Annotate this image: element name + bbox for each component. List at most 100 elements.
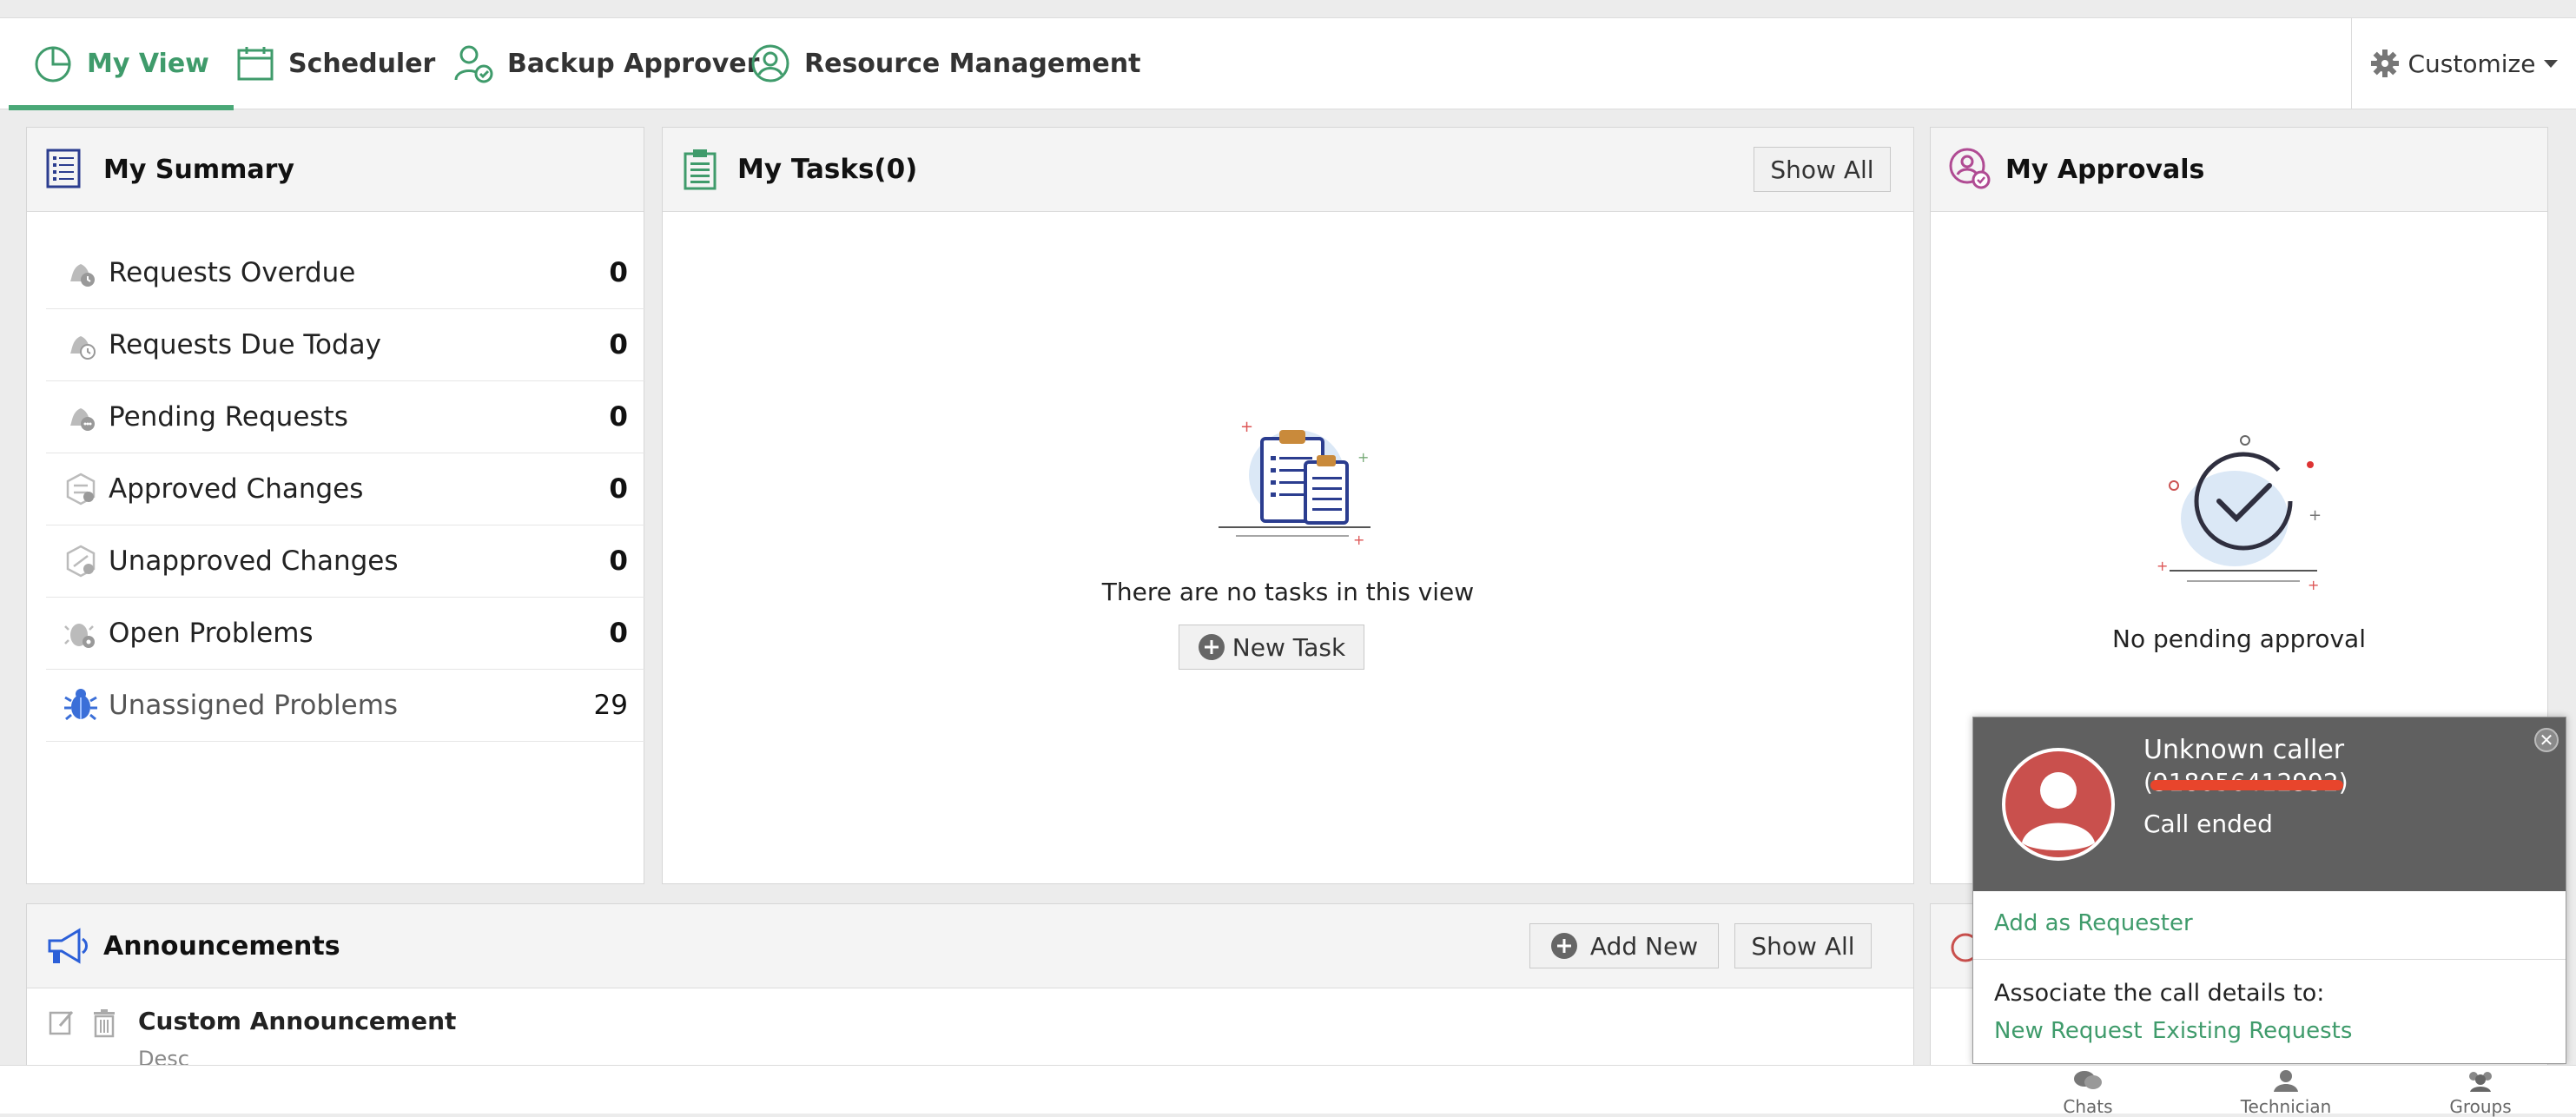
summary-row-pending-requests[interactable]: Pending Requests 0 [46, 381, 645, 453]
call-notification-popup: Unknown caller (918056412992) Call ended… [1972, 717, 2566, 1064]
user-check-icon [454, 45, 493, 83]
summary-row-approved-changes[interactable]: Approved Changes 0 [46, 453, 645, 525]
customize-button[interactable]: Customize [2351, 18, 2576, 109]
clock-bell-icon [62, 326, 100, 364]
plus-circle-icon [1550, 933, 1577, 959]
panel-title: My Tasks(0) [737, 154, 918, 185]
call-status: Call ended [2143, 810, 2273, 838]
pie-chart-icon [35, 46, 71, 83]
panel-title: Announcements [103, 930, 340, 962]
empty-tasks-illustration: + + + [1219, 418, 1371, 548]
panel-header: My Tasks(0) Show All [663, 128, 1913, 212]
panel-header: My Approvals [1931, 128, 2547, 212]
announcement-title[interactable]: Custom Announcement [138, 1007, 456, 1035]
svg-text:+: + [2157, 558, 2168, 574]
approvals-empty-message: No pending approval [2112, 625, 2366, 653]
empty-approvals-illustration: + + + [2157, 435, 2322, 593]
trash-icon[interactable] [91, 1008, 117, 1038]
bug-gear-icon [62, 614, 100, 652]
megaphone-icon [48, 928, 88, 964]
summary-label: Approved Changes [109, 473, 364, 505]
tab-label: My View [87, 48, 209, 79]
summary-count: 0 [609, 618, 628, 649]
summary-count: 0 [609, 257, 628, 288]
list-icon [46, 149, 81, 188]
new-task-label: New Task [1232, 632, 1346, 662]
clipboard-icon [684, 149, 717, 190]
top-tab-bar: My View Scheduler Backup Approver Resour… [0, 17, 2576, 110]
tab-my-view[interactable]: My View [9, 18, 234, 110]
svg-text:+: + [1357, 449, 1369, 466]
panel-title: My Summary [103, 154, 294, 185]
chevron-down-icon [2544, 59, 2559, 68]
summary-row-open-problems[interactable]: Open Problems 0 [46, 598, 645, 670]
summary-label: Open Problems [109, 618, 314, 649]
add-new-label: Add New [1589, 931, 1699, 961]
tasks-empty-message: There are no tasks in this view [1101, 578, 1475, 606]
close-icon[interactable]: ✕ [2534, 728, 2559, 752]
technician-button[interactable]: Technician [2234, 1069, 2338, 1117]
chats-button[interactable]: Chats [2036, 1069, 2140, 1117]
tab-resource-management[interactable]: Resource Management [750, 18, 1140, 109]
gear-icon [2370, 50, 2399, 77]
customize-label: Customize [2408, 49, 2536, 78]
user-circle-icon [751, 44, 789, 83]
summary-count: 29 [593, 690, 628, 721]
summary-row-requests-due-today[interactable]: Requests Due Today 0 [46, 309, 645, 381]
summary-label: Unassigned Problems [109, 690, 399, 721]
panel-title: My Approvals [2005, 154, 2205, 185]
tab-scheduler[interactable]: Scheduler [236, 18, 435, 109]
my-tasks-panel: My Tasks(0) Show All + + + There are no … [662, 127, 1914, 884]
summary-label: Requests Overdue [109, 257, 356, 288]
summary-label: Pending Requests [109, 401, 348, 433]
tab-label: Resource Management [804, 48, 1141, 79]
panel-header: Announcements Add New Show All [27, 904, 1913, 988]
summary-row-requests-overdue[interactable]: Requests Overdue 0 [46, 237, 645, 309]
alarm-bell-icon [62, 254, 100, 292]
caller-number-redacted: (918056412992) [2143, 768, 2348, 796]
unapproved-change-icon [62, 542, 100, 580]
add-as-requester-link[interactable]: Add as Requester [1994, 910, 2193, 936]
summary-row-unassigned-problems[interactable]: Unassigned Problems 29 [46, 670, 645, 742]
tab-backup-approver[interactable]: Backup Approver [453, 18, 759, 109]
add-new-announcement-button[interactable]: Add New [1529, 923, 1719, 968]
tab-label: Backup Approver [507, 48, 760, 79]
caller-avatar [2002, 748, 2115, 861]
svg-text:+: + [1240, 418, 1253, 436]
svg-text:+: + [2308, 577, 2319, 593]
summary-row-unapproved-changes[interactable]: Unapproved Changes 0 [46, 525, 645, 598]
groups-button[interactable]: Groups [2428, 1069, 2533, 1117]
new-task-button[interactable]: New Task [1179, 625, 1364, 670]
announcements-panel: Announcements Add New Show All Custom An… [26, 903, 1914, 1079]
summary-count: 0 [609, 329, 628, 360]
bottom-bar: Chats Technician Groups [0, 1065, 2576, 1117]
panel-header: My Summary [27, 128, 644, 212]
my-summary-panel: My Summary Requests Overdue 0 Requests D… [26, 127, 645, 884]
summary-count: 0 [609, 401, 628, 433]
technician-label: Technician [2240, 1096, 2332, 1117]
redaction-mark [2150, 780, 2343, 790]
summary-count: 0 [609, 545, 628, 577]
tab-label: Scheduler [288, 48, 436, 79]
chats-label: Chats [2063, 1096, 2113, 1117]
bug-icon [62, 686, 100, 724]
show-all-tasks-button[interactable]: Show All [1754, 147, 1891, 192]
edit-icon[interactable] [48, 1008, 76, 1036]
calendar-icon [237, 47, 274, 81]
person-icon [2274, 1070, 2298, 1092]
plus-circle-icon [1198, 634, 1225, 660]
show-all-announcements-button[interactable]: Show All [1734, 923, 1872, 968]
new-request-link[interactable]: New Request [1994, 1018, 2143, 1044]
divider [1973, 959, 2566, 960]
associate-label: Associate the call details to: [1994, 980, 2325, 1007]
pending-bell-icon [62, 398, 100, 436]
summary-count: 0 [609, 473, 628, 505]
chat-icon [2074, 1071, 2102, 1089]
approval-user-icon [1949, 148, 1991, 189]
call-popup-header: Unknown caller (918056412992) Call ended… [1973, 717, 2566, 891]
caller-name: Unknown caller [2143, 735, 2345, 765]
svg-text:+: + [2308, 506, 2322, 525]
group-icon [2469, 1072, 2492, 1092]
existing-requests-link[interactable]: Existing Requests [2152, 1018, 2352, 1044]
groups-label: Groups [2449, 1096, 2512, 1117]
